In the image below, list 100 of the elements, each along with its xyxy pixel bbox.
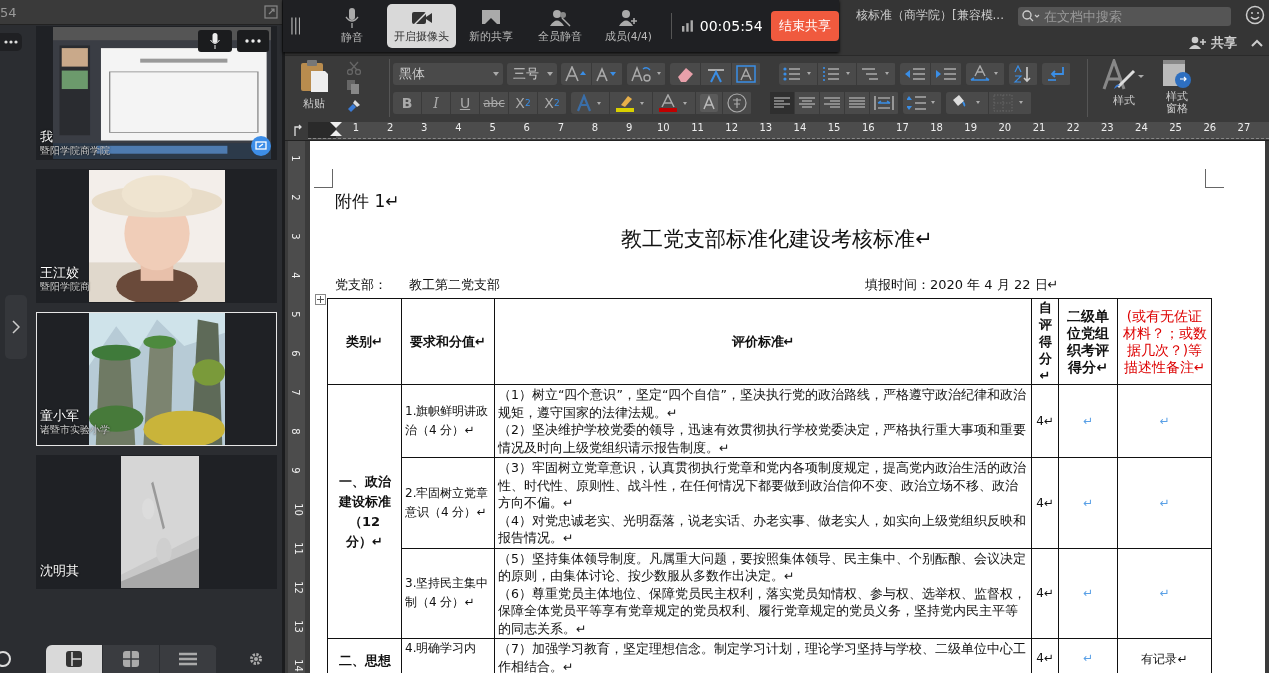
expand-handle[interactable]	[5, 295, 27, 359]
self-score-cell: 4↵	[1031, 384, 1059, 458]
members-button[interactable]: 成员(4/4)	[595, 4, 662, 48]
screen-share-icon[interactable]	[251, 136, 271, 156]
criteria-text: （5）坚持集体领导制度。凡属重大问题，要按照集体领导、民主集中、个别酝酿、会议决定的原则，由集体讨论、按少数服从多数作出决定。↵	[498, 549, 1027, 585]
video-tile[interactable]: 王江姣 暨阳学院商	[36, 169, 277, 303]
ruler-number: 9	[289, 467, 301, 474]
copy-icon[interactable]	[347, 80, 359, 94]
change-case-icon	[631, 65, 661, 82]
participant-organization: 暨阳学院商	[40, 281, 90, 293]
font-size-dropdown[interactable]: 三号	[507, 62, 557, 85]
decrease-indent-icon	[904, 66, 926, 81]
settings-icon[interactable]	[249, 652, 263, 666]
document-title: 核标准（商学院）[兼容模...	[855, 6, 1004, 24]
search-field[interactable]: 在文档中搜索	[1018, 6, 1231, 26]
ruler-number: 5	[489, 121, 496, 133]
ruler-number: 8	[289, 428, 301, 435]
paste-button[interactable]: 粘贴	[299, 59, 329, 117]
microphone-icon	[210, 33, 220, 49]
more-button[interactable]	[0, 33, 22, 51]
tab-stop-icon[interactable]	[293, 124, 303, 136]
sort-icon	[1013, 64, 1033, 83]
branch-label: 党支部：	[335, 276, 387, 294]
shaded-letter-icon	[700, 93, 718, 112]
unit-score-cell: ↵	[1058, 548, 1118, 639]
ruler-number: 19	[964, 121, 978, 133]
ruler-number: 5	[289, 311, 301, 318]
format-button[interactable]: X$^{2}$	[538, 91, 567, 114]
more-icon	[4, 40, 18, 44]
styles-button[interactable]: 样式	[1102, 59, 1146, 117]
microphone-icon	[344, 7, 359, 28]
signal-bars-icon	[682, 20, 694, 32]
format-brush-icon[interactable]	[347, 99, 361, 113]
collapse-icon[interactable]	[1251, 38, 1263, 47]
grid-layout-icon	[122, 650, 140, 668]
criteria-text: （6）尊重党员主体地位、保障党员民主权利，落实党员知情权、参与权、选举权、监督权，保障全体党员平等享有党章规定的党员权利、履行党章规定的党员义务，坚持党内民主平等的同志关系。↵	[498, 584, 1027, 637]
ruler-number: 22	[1066, 121, 1080, 133]
multilevel-list-icon	[861, 65, 891, 82]
ruler-number: 12	[292, 581, 304, 594]
format-button[interactable]: B	[393, 91, 422, 114]
share-button[interactable]: 共享	[1189, 33, 1237, 52]
group-muted-icon	[548, 8, 571, 27]
table-move-handle-icon[interactable]	[315, 294, 326, 305]
speaker-view-tab[interactable]	[46, 645, 103, 673]
add-person-icon	[1189, 36, 1207, 49]
ruler-number: 6	[523, 121, 530, 133]
indent-marker-icon[interactable]	[330, 121, 342, 138]
ruler-number: 17	[896, 121, 909, 133]
report-date: 填报时间：2020 年 4 月 22 日↵	[865, 276, 1059, 294]
ruler-number: 14	[292, 659, 304, 672]
align-left-button[interactable]	[770, 91, 795, 114]
category-cell: 一、政治建设标准（12 分）↵	[327, 384, 402, 639]
category-cell: 二、思想	[327, 638, 402, 673]
format-button[interactable]: abc	[480, 91, 509, 114]
justify-icon	[849, 96, 865, 109]
note-cell: ↵	[1117, 548, 1212, 639]
microphone-button[interactable]	[198, 30, 232, 52]
ruler-number: 1	[289, 155, 301, 162]
record-icon[interactable]	[0, 650, 12, 668]
video-tile[interactable]: 沈明其	[36, 455, 277, 589]
ruler-number: 16	[861, 121, 875, 133]
ruler-number: 7	[289, 389, 301, 396]
mic-button[interactable]: 静音	[318, 4, 385, 48]
ruler-number: 20	[998, 121, 1012, 133]
smiley-icon[interactable]	[1245, 5, 1265, 25]
drag-handle-icon[interactable]	[291, 17, 301, 35]
align-left-icon	[774, 96, 790, 109]
crop-mark	[1205, 169, 1224, 188]
criteria-text: （4）对党忠诚老实、光明磊落，说老实话、办老实事、做老实人，如实向上级党组织反映和报告情况。↵	[498, 511, 1027, 547]
ruler-number: 6	[289, 350, 301, 357]
font-dropdown[interactable]: 黑体	[393, 62, 503, 85]
styles-pane-button[interactable]: 样式窗格	[1162, 59, 1192, 117]
styles-pane-icon	[1162, 59, 1192, 89]
mute-all-button[interactable]: 全员静音	[526, 4, 593, 48]
chevron-right-icon	[12, 320, 20, 334]
crop-mark	[314, 169, 333, 188]
criteria-text: （1）树立“四个意识”，坚定“四个自信”，坚决执行党的政治路线，严格遵守政治纪律和政治规矩，遵守国家的法律法规。↵	[498, 386, 1027, 421]
format-button[interactable]: U	[451, 91, 480, 114]
align-right-icon	[824, 96, 840, 109]
more-button[interactable]	[237, 30, 269, 52]
ruler-number: 9	[626, 121, 633, 133]
return-arrow-icon	[1046, 65, 1066, 82]
column-header: 评价标准↵	[494, 298, 1032, 385]
circled-character-icon	[727, 92, 747, 113]
camera-button[interactable]: 开启摄像头	[386, 4, 457, 48]
requirement-cell: 1.旗帜鲜明讲政治（4 分）↵	[401, 384, 495, 458]
header-text: 54	[0, 4, 17, 20]
expand-icon[interactable]	[264, 5, 278, 19]
column-header: 要求和分值↵	[401, 298, 495, 385]
ruler-number: 10	[292, 503, 304, 516]
video-tile[interactable]: 我 暨阳学院商学院	[36, 26, 277, 160]
more-icon	[245, 39, 261, 43]
participant-name: 沈明其	[40, 562, 79, 579]
participant-organization: 暨阳学院商学院	[40, 145, 110, 157]
ruler-number: 11	[292, 542, 304, 555]
requirement-cell: 2.牢固树立党章意识（4 分）↵	[401, 457, 495, 548]
share-button[interactable]: 新的共享	[458, 4, 525, 48]
ruler-number: 13	[292, 620, 304, 633]
requirement-cell: 3.坚持民主集中制（4 分）↵	[401, 548, 495, 639]
format-button[interactable]: I	[422, 91, 451, 114]
